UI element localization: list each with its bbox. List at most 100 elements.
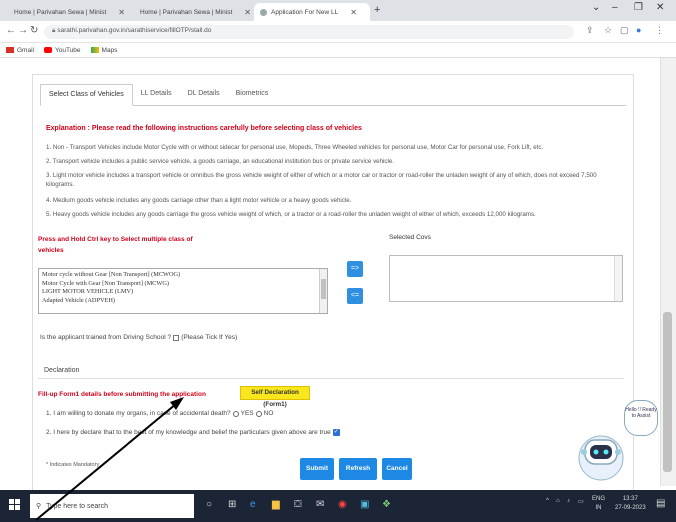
battery-icon[interactable]: ▭ xyxy=(578,498,584,505)
organ-donation-question: 1. I am willing to donate my organs, in … xyxy=(46,410,273,417)
new-tab-icon[interactable]: + xyxy=(374,4,380,16)
listbox-scrollbar[interactable] xyxy=(614,256,622,301)
close-icon[interactable]: ✕ xyxy=(118,8,125,17)
selected-covs-label: Selected Covs xyxy=(389,234,431,241)
bookmark-maps[interactable]: Maps xyxy=(90,47,117,54)
multi-select-instruction: Press and Hold Ctrl key to Select multip… xyxy=(38,236,193,254)
restore-icon[interactable]: ❐ xyxy=(634,2,643,13)
store-icon[interactable]: ⛋ xyxy=(294,499,302,510)
tab-select-class-of-vehicles[interactable]: Select Class of Vehicles xyxy=(40,84,133,106)
sidebar-icon[interactable]: ▢ xyxy=(620,25,629,36)
rule-3: 3. Light motor vehicle includes a transp… xyxy=(46,172,597,188)
clock-date: 27-09-2023 xyxy=(615,505,646,511)
chatbot-bubble[interactable]: Hello !! Ready to Assist xyxy=(624,400,658,436)
driving-school-label: Is the applicant trained from Driving Sc… xyxy=(40,334,172,341)
mandatory-note: * Indicates Mandatory xyxy=(46,462,100,468)
chrome-icon[interactable]: ◉ xyxy=(338,499,347,510)
minimize-icon[interactable]: – xyxy=(612,2,618,13)
taskbar-clock[interactable]: 13:37 27-09-2023 xyxy=(615,495,646,513)
vehicle-option[interactable]: Motor Cycle with Gear [Non Transport] (M… xyxy=(42,280,324,289)
browser-tab-title: Application For New LL xyxy=(271,8,339,16)
vehicle-class-listbox[interactable]: Motor cycle without Gear [Non Transport]… xyxy=(38,268,328,314)
tray-chevron-icon[interactable]: ^ xyxy=(546,498,549,504)
bookmark-label: Gmail xyxy=(17,46,34,54)
tab-biometrics[interactable]: Biometrics xyxy=(228,84,277,105)
notification-icon[interactable]: ▤ xyxy=(656,498,665,509)
browser-tab-title: Home | Parivahan Sewa | Minist xyxy=(14,8,107,16)
gmail-icon xyxy=(6,47,14,53)
profile-icon[interactable]: ● xyxy=(636,25,641,35)
tab-ll-details[interactable]: LL Details xyxy=(133,84,180,105)
forward-icon[interactable]: → xyxy=(18,25,28,36)
declaration-heading: Declaration xyxy=(44,367,80,374)
declaration-label: 2. I here by declare that to the best of… xyxy=(46,429,331,436)
language-indicator[interactable]: ENG IN xyxy=(592,495,605,513)
region-code: IN xyxy=(595,505,602,511)
close-icon[interactable]: ✕ xyxy=(350,8,357,17)
browser-tab[interactable]: Home | Parivahan Sewa | Minist ✕ xyxy=(4,3,126,21)
organ-yes-label: YES xyxy=(240,410,254,417)
network-icon[interactable]: ⌂ xyxy=(556,498,560,504)
bookmark-gmail[interactable]: Gmail xyxy=(6,47,34,54)
selected-covs-listbox[interactable] xyxy=(389,255,623,302)
youtube-icon xyxy=(43,47,52,53)
share-icon[interactable]: ⇪ xyxy=(586,25,594,36)
widgets-icon[interactable]: ⊞ xyxy=(228,499,236,510)
driving-school-question: Is the applicant trained from Driving Sc… xyxy=(40,334,237,341)
driving-school-hint: (Please Tick If Yes) xyxy=(181,334,238,341)
app-icon[interactable]: ▣ xyxy=(360,499,369,510)
divider xyxy=(38,378,624,379)
form-tabs: Select Class of Vehicles LL Details DL D… xyxy=(40,84,626,106)
bookmark-youtube[interactable]: YouTube xyxy=(43,46,81,54)
page-scrollbar-thumb[interactable] xyxy=(663,312,672,472)
reload-icon[interactable]: ↻ xyxy=(30,25,38,36)
language-code: ENG xyxy=(592,496,606,502)
app-icon[interactable]: ❖ xyxy=(382,499,391,510)
address-bar-row: ← → ↻ 🔒︎ sarathi.parivahan.gov.in/sarath… xyxy=(0,21,676,43)
vehicle-option[interactable]: LIGHT MOTOR VEHICLE (LMV) xyxy=(42,288,324,297)
submit-button[interactable]: Submit xyxy=(300,458,334,480)
organ-yes-radio[interactable] xyxy=(232,410,239,417)
rule-2: 2. Transport vehicle includes a public s… xyxy=(46,158,395,165)
maps-icon xyxy=(90,47,99,53)
mail-icon[interactable]: ✉ xyxy=(316,499,324,510)
driving-school-checkbox[interactable] xyxy=(173,334,180,341)
cancel-button[interactable]: Cancel xyxy=(382,458,412,480)
declaration-checkbox[interactable]: ✓ xyxy=(332,429,340,436)
windows-start-icon[interactable] xyxy=(9,499,21,511)
task-view-icon[interactable]: ○ xyxy=(206,499,212,510)
vehicle-option[interactable]: Motor cycle without Gear [Non Transport]… xyxy=(42,271,324,280)
close-icon[interactable]: ✕ xyxy=(244,8,251,17)
url-input[interactable]: 🔒︎ sarathi.parivahan.gov.in/sarathiservi… xyxy=(44,25,574,39)
browser-tab[interactable]: Home | Parivahan Sewa | Minist ✕ xyxy=(130,3,252,21)
refresh-button[interactable]: Refresh xyxy=(339,458,377,480)
search-icon: ⚲ xyxy=(36,503,42,510)
organ-no-radio[interactable] xyxy=(255,410,262,417)
browser-tab-title: Home | Parivahan Sewa | Minist xyxy=(140,8,233,16)
back-icon[interactable]: ← xyxy=(6,25,16,36)
globe-favicon-icon xyxy=(260,8,267,16)
edge-icon[interactable]: e xyxy=(250,499,256,510)
taskbar-search-placeholder: Type here to search xyxy=(46,502,109,510)
file-explorer-icon[interactable]: ▆ xyxy=(272,499,280,510)
tab-search-icon[interactable]: ⌄ xyxy=(592,2,600,13)
move-left-button[interactable]: <= xyxy=(347,288,363,304)
bookmarks-bar: Gmail YouTube Maps xyxy=(0,43,676,58)
self-declaration-button[interactable]: Self Declaration (Form1) xyxy=(240,386,310,408)
tab-dl-details[interactable]: DL Details xyxy=(180,84,228,105)
rule-4: 4. Medium goods vehicle includes any goo… xyxy=(46,197,352,204)
url-text: sarathi.parivahan.gov.in/sarathiservice/… xyxy=(57,27,212,34)
move-right-button[interactable]: => xyxy=(347,261,363,277)
taskbar-search-input[interactable]: ⚲ Type here to search xyxy=(30,494,194,518)
browser-tab-active[interactable]: Application For New LL ✕ xyxy=(254,3,370,21)
declaration-question: 2. I here by declare that to the best of… xyxy=(46,429,340,436)
window-close-icon[interactable]: ✕ xyxy=(656,2,664,13)
vehicle-option[interactable]: Adapted Vehicle (ADPVEH) xyxy=(42,297,324,306)
bookmark-star-icon[interactable]: ☆ xyxy=(604,25,612,36)
menu-icon[interactable]: ⋮ xyxy=(655,25,664,36)
rule-1: 1. Non - Transport Vehicles include Moto… xyxy=(46,144,544,151)
bookmark-label: YouTube xyxy=(54,46,81,54)
volume-icon[interactable]: ♪ xyxy=(567,498,570,504)
listbox-scrollbar[interactable] xyxy=(319,269,327,313)
clock-time: 13:37 xyxy=(622,496,638,502)
